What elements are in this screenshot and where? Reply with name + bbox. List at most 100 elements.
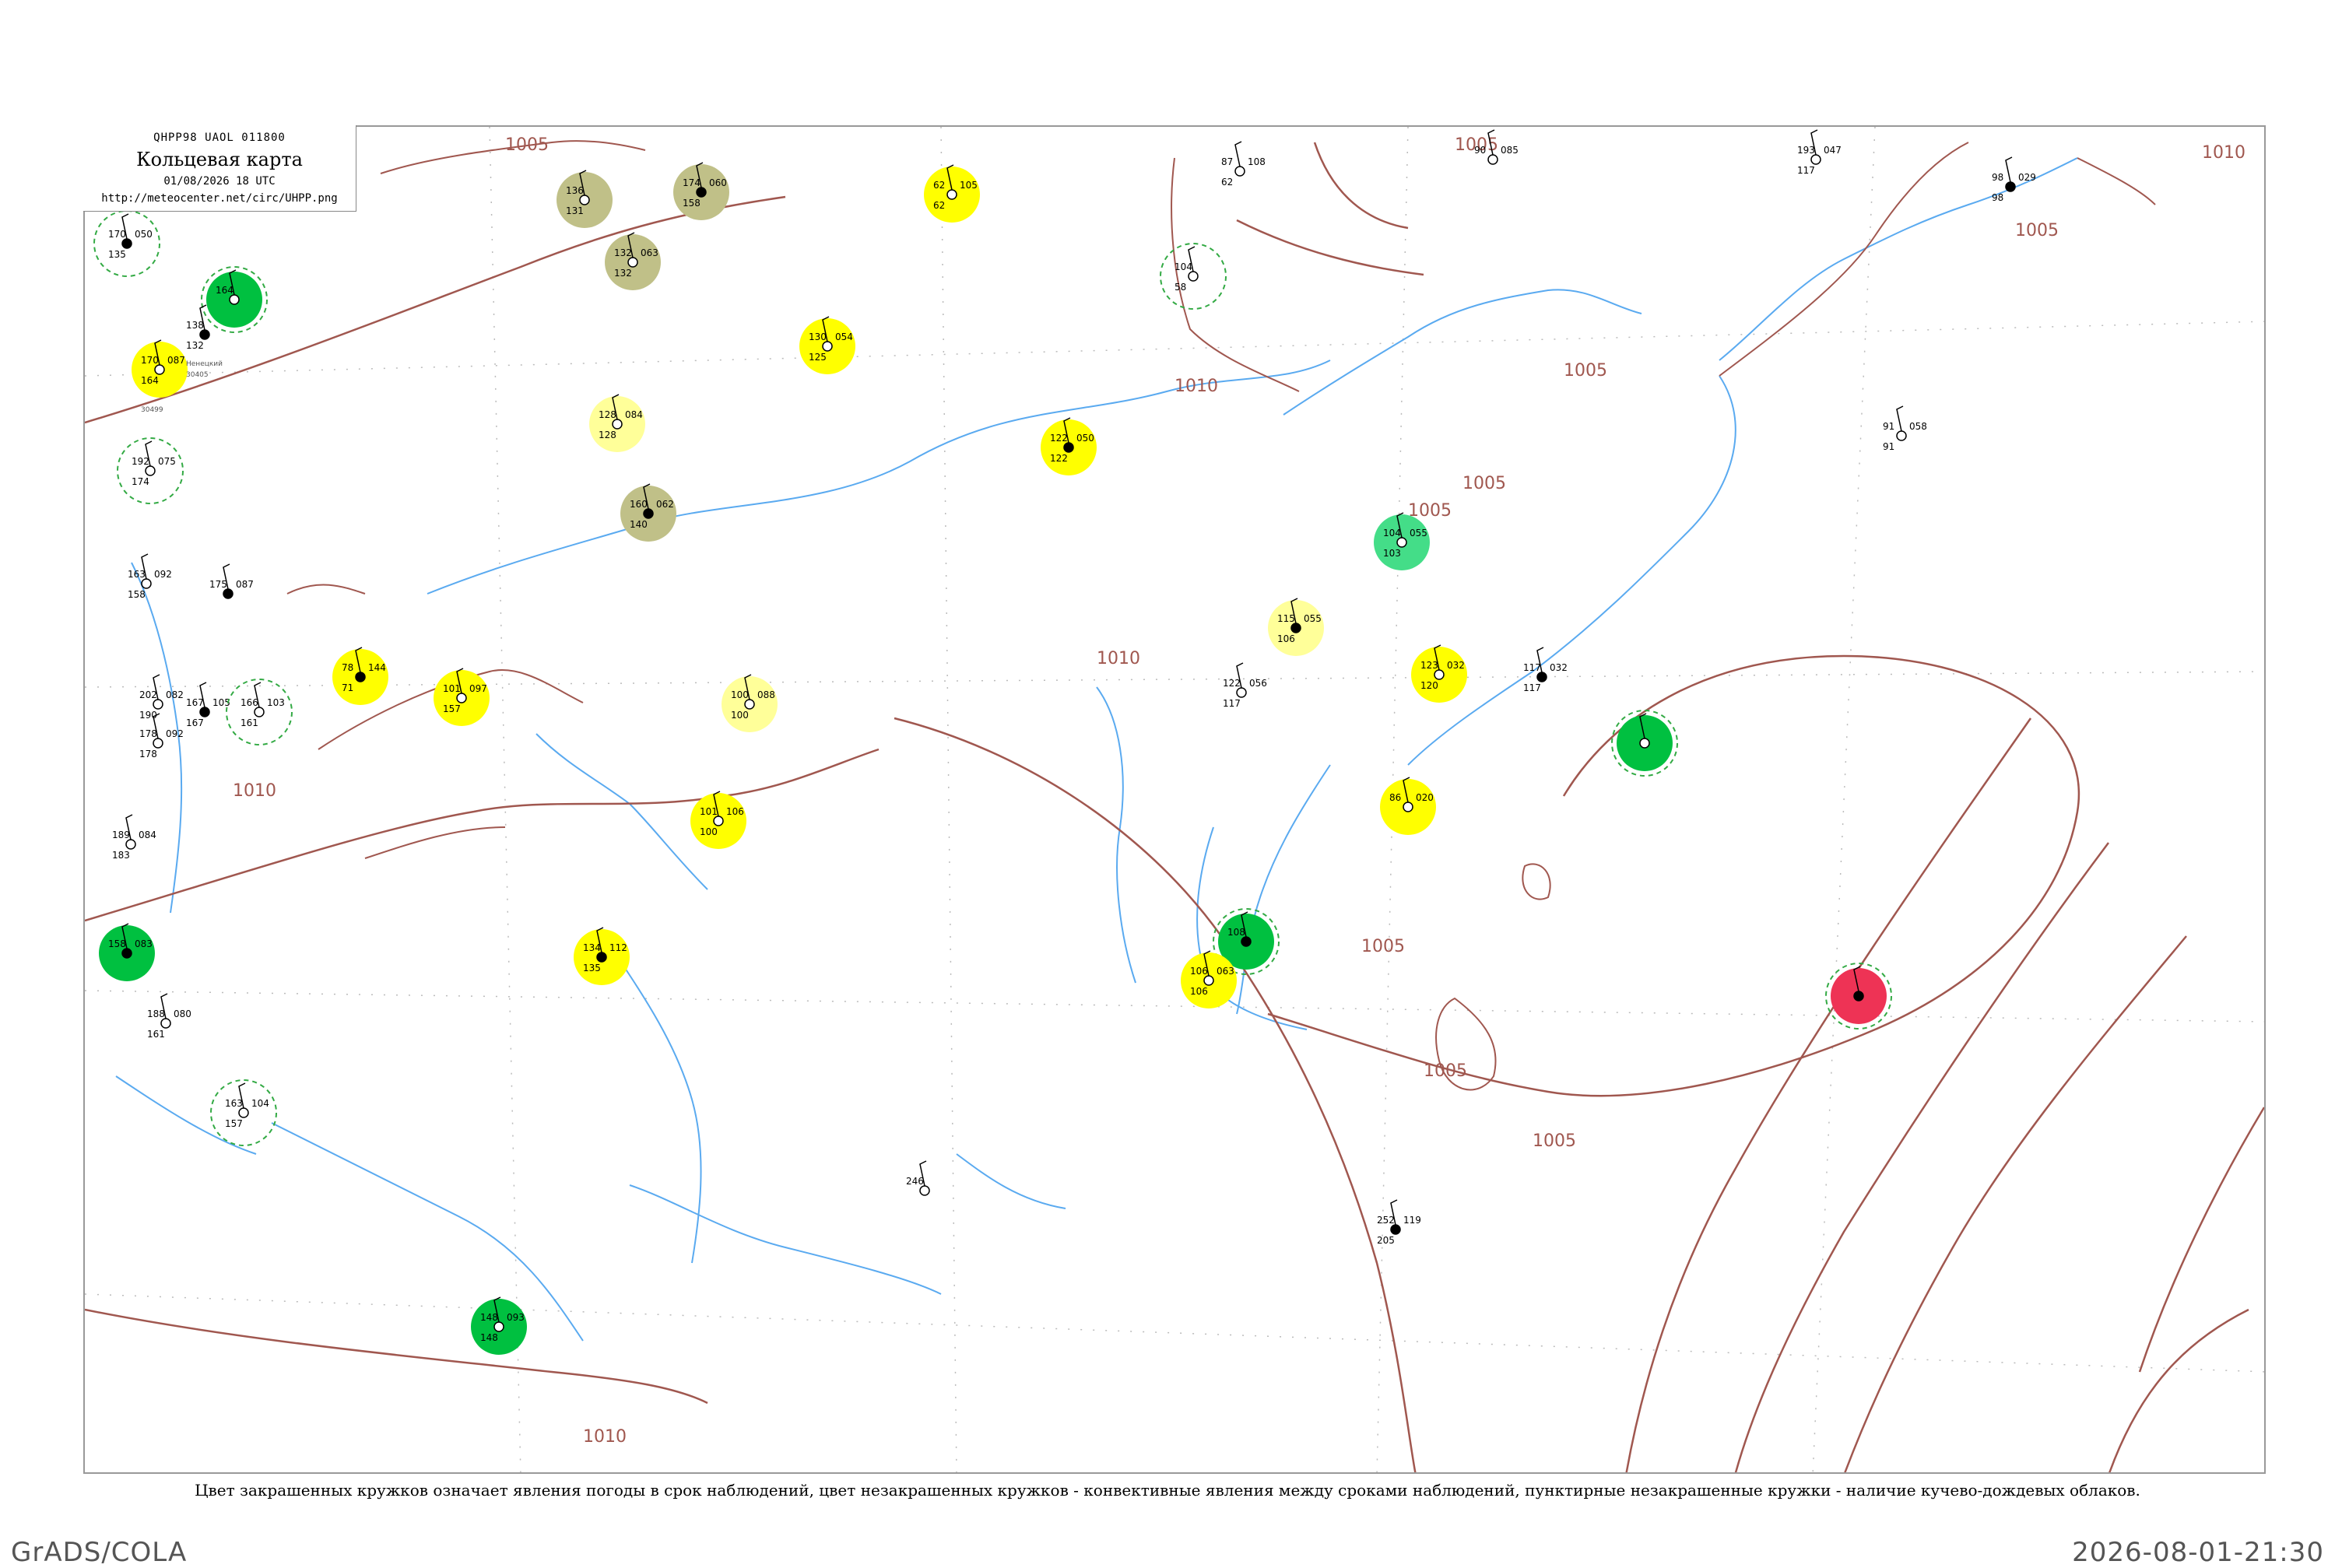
dewpoint: 71 <box>342 682 353 693</box>
station-circle-icon <box>238 1107 249 1118</box>
temperature: 252 <box>1377 1215 1395 1226</box>
pressure: 060 <box>709 177 727 188</box>
dewpoint: 91 <box>1883 441 1894 452</box>
dewpoint: 106 <box>1277 633 1295 644</box>
pressure: 108 <box>1248 156 1266 167</box>
station-circle-icon <box>223 588 234 599</box>
pressure: 084 <box>139 830 156 840</box>
station-plot: 78 144 71 <box>332 647 388 705</box>
station-circle-icon <box>596 952 607 963</box>
temperature: 98 <box>1992 172 2003 183</box>
pressure: 092 <box>154 569 172 580</box>
isobar-label: 1010 <box>1097 649 1140 668</box>
station-plot: 246 <box>906 1160 930 1196</box>
temperature: 160 <box>630 499 648 510</box>
station-circle-icon <box>1403 802 1413 812</box>
isobar-label: 1005 <box>1564 361 1607 381</box>
dewpoint: 190 <box>139 710 157 721</box>
dewpoint: 148 <box>480 1332 498 1343</box>
isobar-label: 1010 <box>2202 143 2245 163</box>
temperature: 175 <box>209 579 227 590</box>
station-plot: 167 105167 <box>186 682 230 728</box>
temperature: 87 <box>1221 156 1233 167</box>
pressure: 029 <box>2018 172 2036 183</box>
wind-barb-icon <box>1896 405 1904 432</box>
dewpoint: 158 <box>128 589 146 600</box>
station-circle-icon <box>153 738 163 749</box>
map-datetime: 01/08/2026 18 UTC <box>163 175 276 188</box>
pressure: 020 <box>1416 792 1434 803</box>
temperature: 78 <box>342 662 353 673</box>
station-plot: 122 056 117 <box>1223 662 1267 709</box>
pressure: 063 <box>1217 966 1234 977</box>
station-circle-icon <box>121 948 132 959</box>
pressure: 080 <box>174 1009 191 1019</box>
pressure: 062 <box>656 499 674 510</box>
station-plot: 163 092 158 <box>128 553 172 600</box>
station-circle-icon <box>254 707 265 717</box>
temperature: 122 <box>1050 433 1068 444</box>
isobar-label: 1005 <box>1462 474 1506 493</box>
software-credit: GrADS/COLA <box>11 1537 188 1568</box>
station-plot: 100 088 100 <box>722 674 778 732</box>
dewpoint: 135 <box>108 249 126 260</box>
station-circle-icon <box>1390 1224 1401 1235</box>
station-circle-icon <box>1234 166 1245 177</box>
station-circle-icon <box>493 1321 504 1332</box>
station-plot: 132 063 132 <box>605 232 661 290</box>
temperature: 188 <box>147 1009 165 1019</box>
dewpoint: 58 <box>1175 282 1186 293</box>
pressure: 144 <box>368 662 386 673</box>
station-plot: 193 047 117 <box>1797 129 1842 176</box>
isobar-label: 1010 <box>583 1427 627 1447</box>
station-circle-icon <box>1236 687 1247 698</box>
temperature: 148 <box>480 1312 498 1323</box>
station-plot: 148 093 148 <box>471 1296 527 1355</box>
dewpoint: 122 <box>1050 453 1068 464</box>
station-circle-icon <box>612 419 623 430</box>
station-plot: 91 058 91 <box>1883 405 1927 452</box>
pressure: 112 <box>609 942 627 953</box>
station-plot: 202 082 190 <box>139 674 184 721</box>
isobar-label: 1010 <box>233 781 276 801</box>
temperature: 101 <box>700 806 718 817</box>
pressure: 056 <box>1249 678 1267 689</box>
station-plot: 192 075 174 <box>117 437 184 504</box>
dewpoint: 106 <box>1190 986 1208 997</box>
station-circle-icon <box>822 341 833 352</box>
dewpoint: 205 <box>1377 1235 1395 1246</box>
dewpoint: 164 <box>141 375 159 386</box>
station-circle-icon <box>355 672 366 682</box>
station-plot: 160 062 140 <box>620 483 676 542</box>
dewpoint: 167 <box>186 717 204 728</box>
pressure: 106 <box>726 806 744 817</box>
temperature: 123 <box>1420 660 1438 671</box>
dewpoint: 132 <box>614 268 632 279</box>
pressure: 104 <box>251 1098 269 1109</box>
temperature: 62 <box>933 180 945 191</box>
station-plot: 170 087 164 30499 <box>132 339 188 414</box>
dewpoint: 140 <box>630 519 648 530</box>
temperature: 136 <box>566 185 584 196</box>
isobar-label: 1005 <box>505 135 549 155</box>
temperature: 178 <box>139 728 157 739</box>
dewpoint: 183 <box>112 850 130 861</box>
station-plot: 128 084 128 <box>589 394 645 452</box>
isobar-label: 1005 <box>1361 937 1405 956</box>
pressure: 054 <box>835 331 853 342</box>
station-plot: 158 083 <box>99 923 155 981</box>
temperature: 167 <box>186 697 204 708</box>
station-circle-icon <box>199 707 210 717</box>
map-url[interactable]: http://meteocenter.net/circ/UHPP.png <box>83 192 356 205</box>
isobar-lines <box>85 142 2264 1472</box>
pressure: 085 <box>1501 145 1519 156</box>
station-plot: 123 032 120 <box>1411 644 1467 703</box>
temperature: 134 <box>583 942 601 953</box>
dewpoint: 157 <box>225 1118 243 1129</box>
pressure: 097 <box>469 683 487 694</box>
temperature: 91 <box>1883 421 1894 432</box>
isobar-label: 1005 <box>1424 1061 1467 1081</box>
dewpoint: 128 <box>599 430 616 440</box>
temperature: 104 <box>1175 261 1192 272</box>
dewpoint: 125 <box>809 352 827 363</box>
